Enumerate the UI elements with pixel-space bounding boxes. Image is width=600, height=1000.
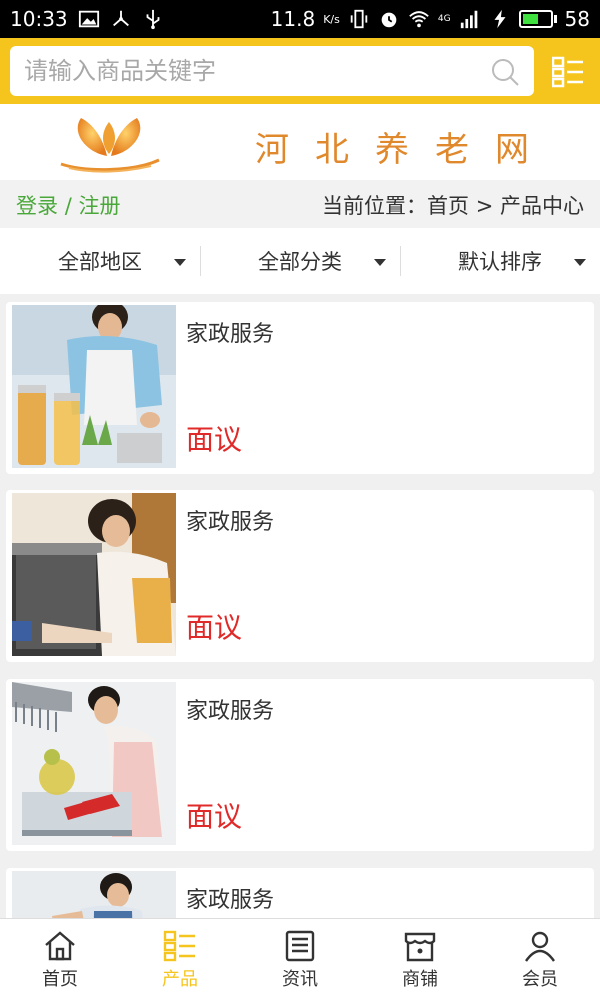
product-image[interactable] (12, 305, 176, 468)
news-icon (285, 930, 315, 962)
product-image[interactable] (12, 682, 176, 845)
shop-icon (404, 932, 436, 962)
caret-down-icon (574, 259, 586, 266)
wifi-icon (409, 11, 429, 28)
nav-shops[interactable]: 商铺 (360, 919, 480, 1000)
share-icon (112, 10, 129, 27)
status-bar: 10:33 11.8 K/s 4G 58 (0, 0, 600, 38)
product-price: 面议 (186, 423, 243, 456)
bottom-nav: 首页 产品 资讯 商铺 会员 (0, 918, 600, 1000)
brand-bar: 河北养老网 (0, 104, 600, 180)
battery-level: 58 (564, 7, 590, 31)
home-icon (45, 931, 75, 961)
nav-member[interactable]: 会员 (480, 919, 600, 1000)
menu-icon[interactable] (552, 56, 584, 88)
filter-label: 全部分类 (258, 250, 342, 274)
filter-label: 全部地区 (58, 250, 142, 274)
filter-bar: 全部地区 全部分类 默认排序 (0, 228, 600, 294)
nav-products[interactable]: 产品 (120, 919, 240, 1000)
product-name[interactable]: 家政服务 (186, 882, 274, 914)
caret-down-icon (174, 259, 186, 266)
nav-label: 首页 (42, 969, 78, 990)
filter-category[interactable]: 全部分类 (200, 228, 400, 294)
separator: / (64, 194, 72, 218)
product-card[interactable]: 家政服务 面议 (6, 679, 594, 851)
member-icon (525, 931, 555, 962)
signal-icon (460, 10, 477, 29)
net-speed-unit: K/s (323, 12, 340, 26)
product-name[interactable]: 家政服务 (186, 316, 274, 348)
current-location: 当前位置：首页 > 产品中心 (322, 194, 584, 218)
nav-label: 产品 (162, 969, 198, 990)
product-price: 面议 (186, 611, 243, 644)
product-card[interactable]: 家政服务 面议 (6, 490, 594, 662)
usb-icon (146, 9, 160, 30)
vibrate-icon (350, 9, 368, 29)
login-links: 登录 / 注册 (16, 190, 120, 220)
login-link[interactable]: 登录 (16, 194, 58, 218)
nav-label: 商铺 (402, 969, 438, 990)
search-icon[interactable] (490, 57, 520, 87)
register-link[interactable]: 注册 (78, 194, 120, 218)
product-image[interactable] (12, 493, 176, 656)
product-name[interactable]: 家政服务 (186, 693, 274, 725)
net-speed: 11.8 (270, 7, 316, 31)
filter-label: 默认排序 (458, 250, 542, 274)
product-name[interactable]: 家政服务 (186, 504, 274, 536)
filter-sort[interactable]: 默认排序 (400, 228, 600, 294)
search-header (0, 38, 600, 104)
breadcrumb: 登录 / 注册 当前位置：首页 > 产品中心 (0, 180, 600, 228)
image-icon (78, 10, 99, 28)
product-icon (163, 930, 195, 962)
network-type: 4G (437, 14, 451, 24)
nav-label: 会员 (522, 969, 558, 990)
alarm-icon (381, 12, 397, 28)
battery-fill (522, 14, 538, 24)
site-title: 河北养老网 (255, 130, 555, 170)
filter-region[interactable]: 全部地区 (0, 228, 200, 294)
battery-icon (518, 10, 557, 28)
nav-label: 资讯 (282, 969, 318, 990)
nav-home[interactable]: 首页 (0, 919, 120, 1000)
nav-news[interactable]: 资讯 (240, 919, 360, 1000)
search-box[interactable] (10, 46, 534, 96)
product-price: 面议 (186, 800, 243, 833)
status-time: 10:33 (10, 7, 68, 31)
site-logo (60, 118, 160, 173)
charging-icon (494, 9, 506, 29)
product-card[interactable]: 家政服务 面议 (6, 302, 594, 474)
caret-down-icon (374, 259, 386, 266)
search-input[interactable] (24, 46, 484, 96)
